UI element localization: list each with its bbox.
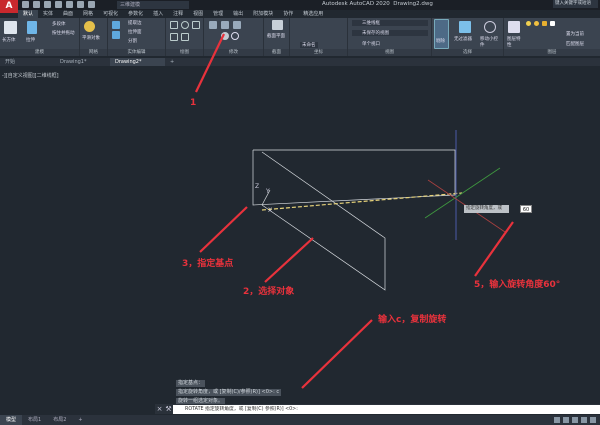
x-axis-label: X bbox=[268, 207, 272, 214]
arrow-5 bbox=[474, 221, 514, 277]
tab-layout2[interactable]: 布局2 bbox=[47, 415, 72, 425]
polar-icon[interactable] bbox=[581, 417, 587, 423]
annotation-1: 1 bbox=[190, 98, 197, 108]
annotation-3: 3，指定基点 bbox=[182, 259, 234, 269]
tab-model[interactable]: 模型 bbox=[0, 415, 23, 425]
dynamic-input-prompt: 指定旋转角度，或 bbox=[464, 205, 509, 213]
annotation-5: 5，输入旋转角度60° bbox=[474, 280, 561, 290]
tab-layout1[interactable]: 布局1 bbox=[22, 415, 47, 425]
command-input[interactable]: ROTATE 指定旋转角度，或 [复制(C) 参照(R)] <0>: bbox=[173, 404, 600, 414]
arrow-3 bbox=[199, 206, 248, 253]
ortho-icon[interactable] bbox=[572, 417, 578, 423]
angle-input[interactable]: 60 bbox=[520, 205, 532, 213]
arrow-2 bbox=[264, 237, 314, 283]
annotation-c: 输入c，复制旋转 bbox=[378, 315, 447, 325]
drawing-canvas[interactable]: Z Y X bbox=[0, 0, 600, 425]
snap-icon[interactable] bbox=[563, 417, 569, 423]
grid-icon[interactable] bbox=[554, 417, 560, 423]
arrow-1 bbox=[195, 33, 225, 93]
y-axis-label: Y bbox=[265, 188, 270, 195]
status-bar: 模型 布局1 布局2 + bbox=[0, 415, 600, 425]
drawn-planes bbox=[252, 149, 456, 291]
status-toggles bbox=[554, 417, 596, 423]
add-layout-button[interactable]: + bbox=[72, 415, 88, 425]
z-axis-label: Z bbox=[255, 183, 259, 190]
annotation-2: 2，选择对象 bbox=[243, 287, 295, 297]
rubber-band-line bbox=[261, 192, 463, 211]
close-icon[interactable]: × bbox=[155, 404, 164, 414]
history-line: 指定旋转角度，或 [复制(C)/参照(R)] <0>: c bbox=[176, 389, 282, 396]
menu-icon[interactable] bbox=[590, 417, 596, 423]
arrow-c bbox=[301, 319, 373, 389]
command-history: 指定基点： 指定旋转角度，或 [复制(C)/参照(R)] <0>: c 旋转一组… bbox=[176, 380, 282, 407]
command-bar: × ⚒ ROTATE 指定旋转角度，或 [复制(C) 参照(R)] <0>: bbox=[155, 404, 600, 414]
wrench-icon[interactable]: ⚒ bbox=[164, 404, 173, 414]
history-line: 指定基点： bbox=[176, 380, 206, 387]
autocad-logo[interactable]: A bbox=[0, 0, 18, 13]
